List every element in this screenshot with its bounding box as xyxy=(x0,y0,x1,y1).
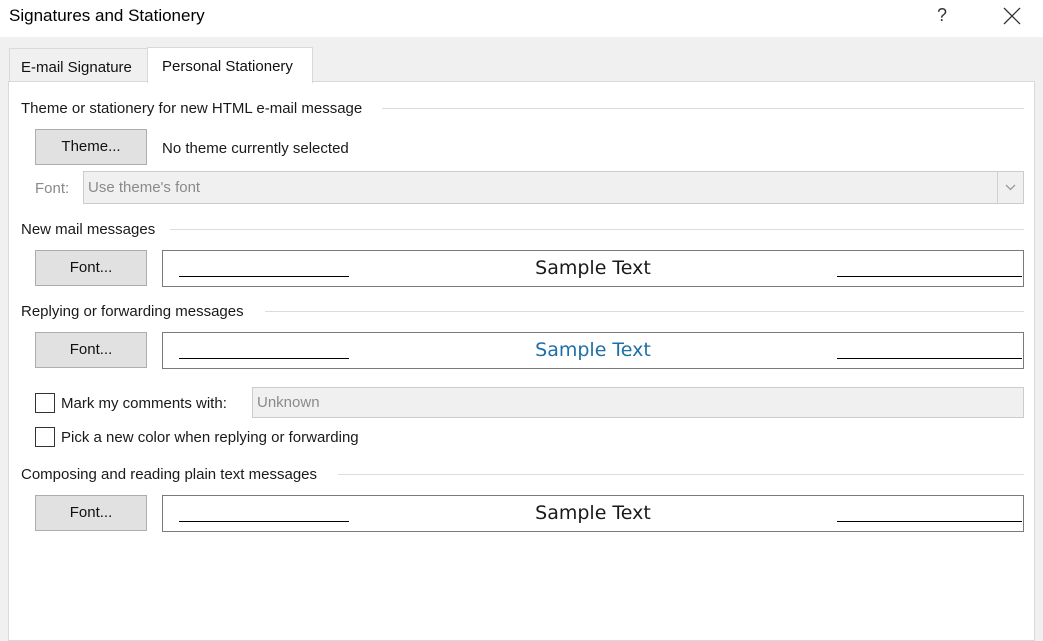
mark-comments-input[interactable]: Unknown xyxy=(252,387,1024,418)
help-button[interactable]: ? xyxy=(924,0,960,32)
window-title: Signatures and Stationery xyxy=(9,6,205,25)
theme-font-value: Use theme's font xyxy=(88,179,201,196)
theme-button[interactable]: Theme... xyxy=(35,129,147,165)
tab-email-signature-label: E-mail Signature xyxy=(21,59,132,76)
pick-color-label: Pick a new color when replying or forwar… xyxy=(61,429,359,446)
plain-text-font-button[interactable]: Font... xyxy=(35,495,147,531)
section-divider xyxy=(382,108,1024,109)
mark-comments-value: Unknown xyxy=(257,394,320,411)
chevron-down-icon xyxy=(1005,184,1016,191)
plain-text-sample: Sample Text xyxy=(162,495,1024,532)
theme-status: No theme currently selected xyxy=(162,140,349,157)
tab-email-signature[interactable]: E-mail Signature xyxy=(9,48,148,82)
close-button[interactable] xyxy=(992,0,1032,32)
new-mail-sample: Sample Text xyxy=(162,250,1024,287)
theme-section-heading: Theme or stationery for new HTML e-mail … xyxy=(21,100,363,117)
dropdown-arrow[interactable] xyxy=(997,172,1023,203)
section-divider xyxy=(170,229,1024,230)
section-divider xyxy=(265,311,1024,312)
section-divider xyxy=(338,474,1024,475)
new-mail-font-button[interactable]: Font... xyxy=(35,250,147,286)
new-mail-heading: New mail messages xyxy=(21,221,156,238)
sample-underline-right xyxy=(837,276,1022,277)
close-icon xyxy=(1003,7,1021,25)
reply-sample: Sample Text xyxy=(162,332,1024,369)
sample-underline-right xyxy=(837,358,1022,359)
plain-text-heading: Composing and reading plain text message… xyxy=(21,466,318,483)
tab-personal-stationery[interactable]: Personal Stationery xyxy=(147,47,313,83)
mark-comments-label: Mark my comments with: xyxy=(61,395,227,412)
theme-font-select[interactable]: Use theme's font xyxy=(83,171,1024,204)
mark-comments-checkbox[interactable] xyxy=(35,393,55,413)
reply-heading: Replying or forwarding messages xyxy=(21,303,244,320)
font-label: Font: xyxy=(35,180,70,197)
pick-color-checkbox[interactable] xyxy=(35,427,55,447)
title-bar: Signatures and Stationery ? xyxy=(0,0,1043,37)
sample-underline-right xyxy=(837,521,1022,522)
tab-personal-stationery-label: Personal Stationery xyxy=(162,58,293,75)
reply-font-button[interactable]: Font... xyxy=(35,332,147,368)
